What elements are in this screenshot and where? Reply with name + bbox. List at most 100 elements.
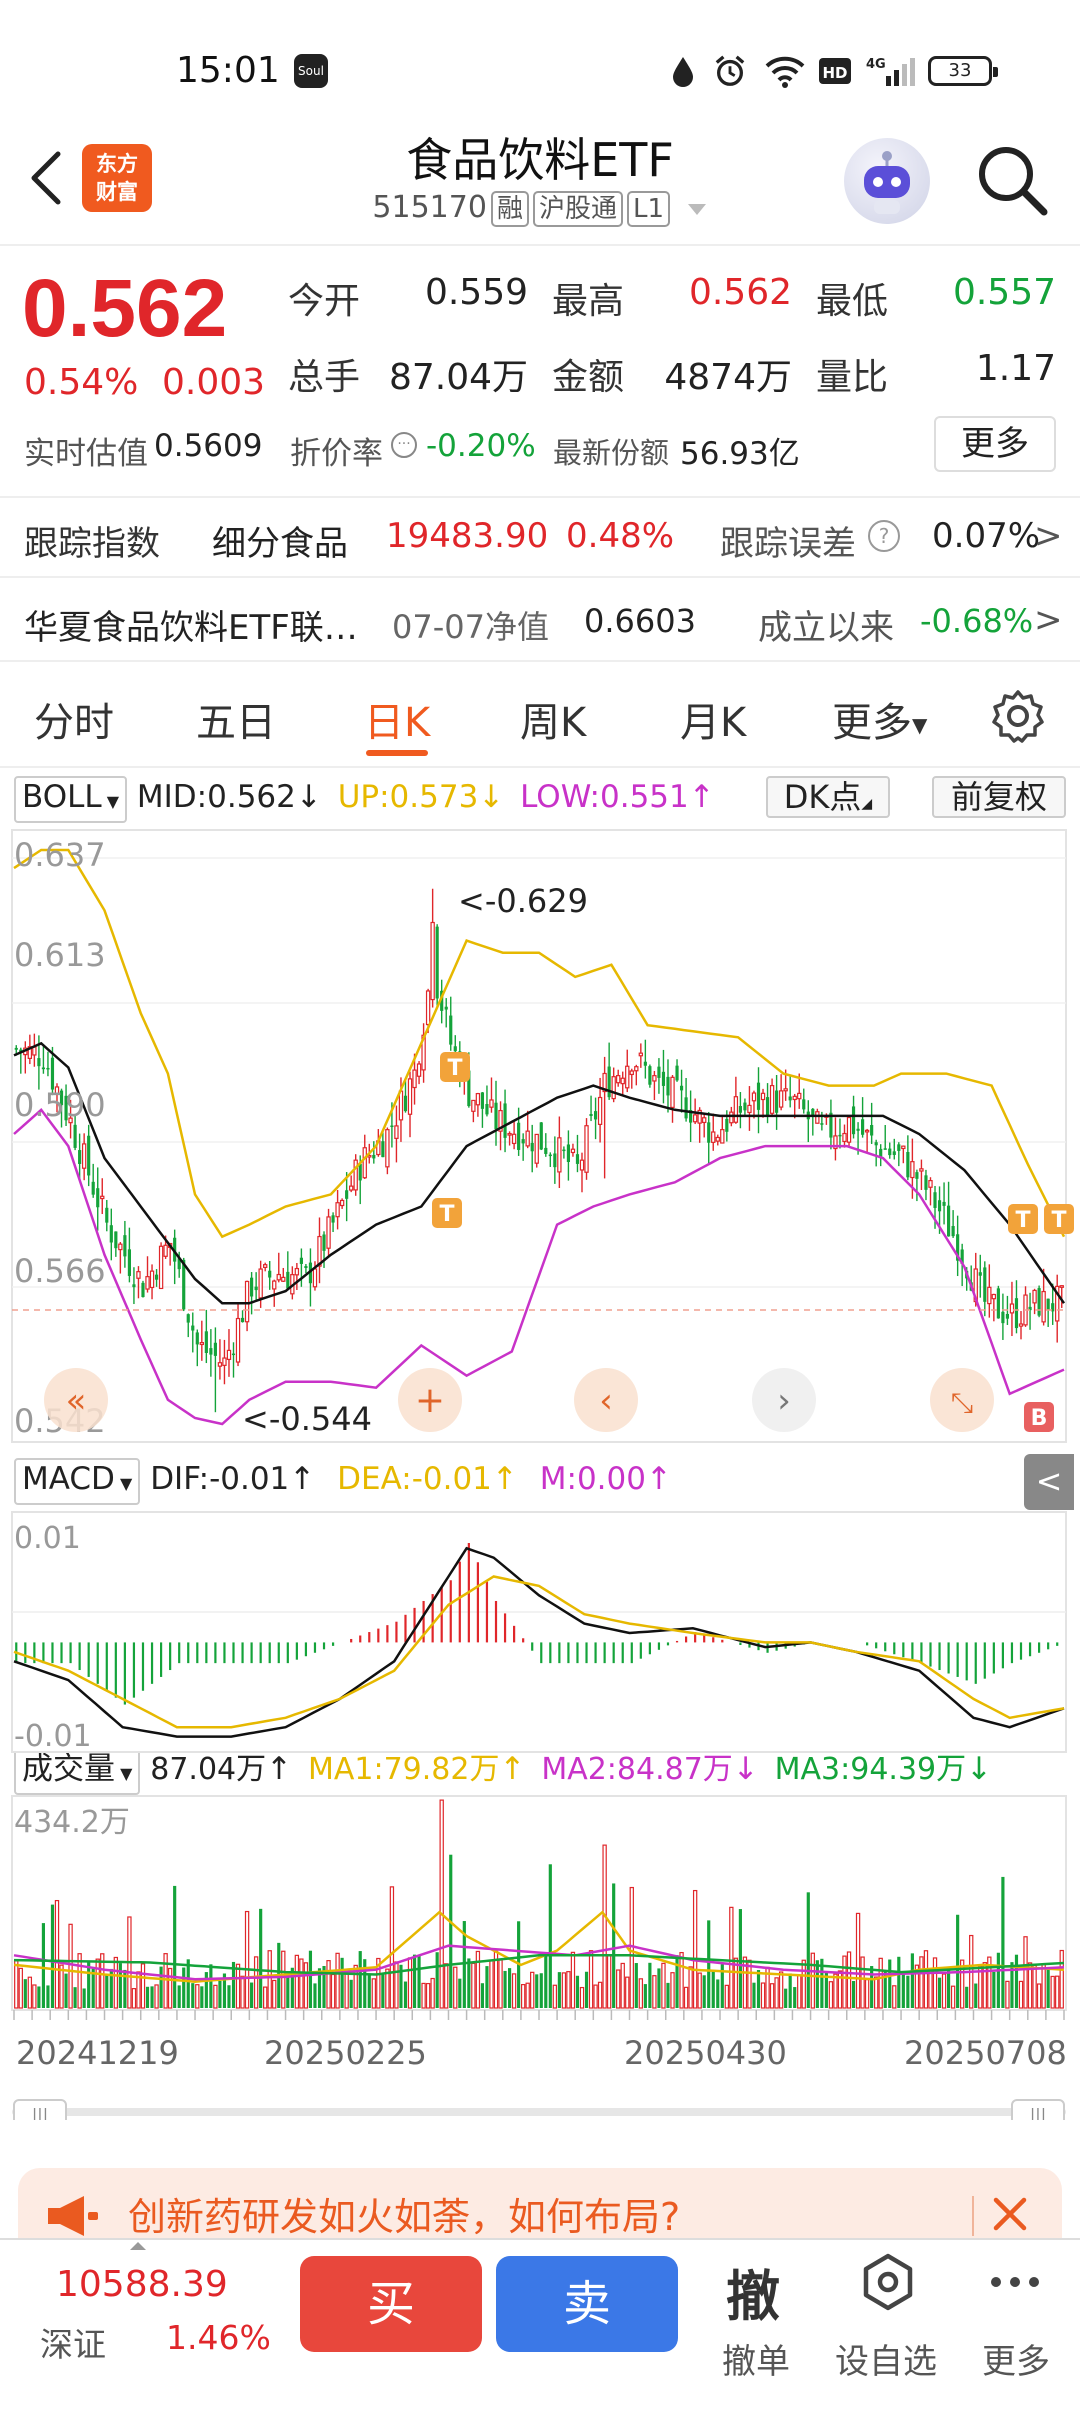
tab-monthly-k[interactable]: 月K (680, 690, 746, 748)
chevron-left-icon: ‹ (599, 1381, 613, 1421)
index-value[interactable]: 10588.39 (56, 2264, 228, 2305)
add-watchlist-label[interactable]: 设自选 (826, 2334, 946, 2383)
volume-bar (828, 1981, 834, 2009)
tab-intraday[interactable]: 分时 (34, 690, 114, 748)
candle-body (861, 1119, 865, 1135)
date-ticks (13, 2010, 1065, 2020)
more-dots-icon[interactable] (988, 2262, 1042, 2302)
brand-logo[interactable]: 东方 财富 (82, 144, 152, 212)
volume-bar (407, 1957, 413, 2009)
kline-chart[interactable]: 0.637 0.613 0.590 0.566 0.542 <-0.629 <-… (0, 820, 1080, 2120)
volume-bar (846, 1951, 852, 2009)
volume-bar (23, 1979, 27, 2008)
volume-bar (956, 1914, 960, 2008)
volume-bar (634, 1963, 638, 2008)
candle-body (842, 1132, 847, 1143)
quote-more-button[interactable]: 更多 (934, 416, 1056, 472)
t-marker-label: T (1051, 1208, 1066, 1233)
volume-bar (1001, 1876, 1005, 2008)
help-icon[interactable]: ? (868, 520, 900, 552)
dk-point-button[interactable]: DK点◢ (766, 776, 890, 818)
volume-bar (815, 1960, 819, 2008)
volume-bar (716, 1979, 720, 2008)
tag-level: L1 (626, 191, 671, 227)
volume-bar (729, 1906, 734, 2009)
linked-fund-row[interactable]: 华夏食品饮料ETF联… 07-07净值 0.6603 成立以来 -0.68% > (0, 580, 1080, 660)
volume-bar (326, 1960, 331, 2009)
volume-bar (888, 1959, 892, 2008)
volume-bar (629, 1886, 634, 2009)
volume-bar (425, 1982, 431, 2009)
candle-body (987, 1286, 992, 1305)
volume-bar (37, 1986, 41, 2008)
volume-bar (683, 1986, 689, 2009)
candle-body (530, 1142, 534, 1152)
volume-bar (118, 1963, 122, 2008)
candle-body (195, 1332, 199, 1345)
candle-body (991, 1293, 997, 1300)
candle-body (453, 1046, 457, 1052)
promo-text[interactable]: 创新药研发如火如荼，如何布局? (128, 2186, 680, 2241)
plus-icon: + (415, 1380, 445, 1421)
candle-body (670, 1076, 675, 1108)
candle-body (425, 990, 431, 1026)
cancel-order-label[interactable]: 撤单 (696, 2334, 816, 2383)
more-label[interactable]: 更多 (956, 2334, 1076, 2383)
candle-body (933, 1192, 937, 1208)
tab-weekly-k[interactable]: 周K (520, 690, 586, 748)
candle-body (136, 1271, 141, 1279)
range-scrollbar-track[interactable] (12, 2108, 1066, 2116)
info-dots-icon[interactable]: ··· (391, 432, 417, 458)
volume-bar (340, 1957, 344, 2008)
candle-body (449, 1015, 453, 1045)
sell-button[interactable]: 卖 (496, 2256, 678, 2352)
candle-body (751, 1092, 757, 1102)
expand-up-icon[interactable] (128, 2240, 148, 2252)
gear-icon[interactable] (990, 688, 1046, 744)
volume-bar (367, 1973, 371, 2008)
search-icon[interactable] (972, 140, 1052, 220)
back-arrow-icon[interactable] (22, 148, 72, 208)
volume-bar (140, 1963, 146, 2009)
candle-body (888, 1148, 892, 1156)
boll-selector[interactable]: BOLL ▼ (14, 776, 128, 823)
tracking-row[interactable]: 跟踪指数 细分食品 19483.90 0.48% 跟踪误差 ? 0.07% > (0, 496, 1080, 576)
tab-more[interactable]: 更多▼ (832, 690, 927, 748)
status-bar: 15:01 Soul HD 4G 33 (0, 0, 1080, 130)
tab-five-day[interactable]: 五日 (196, 690, 276, 748)
hexagon-watch-icon[interactable] (858, 2250, 918, 2316)
volume-bar (54, 1899, 60, 2009)
volume-bar (358, 1951, 362, 2008)
volume-bar (313, 1983, 317, 2008)
price-tick: 0.613 (14, 936, 106, 974)
volume-bar (227, 1985, 231, 2008)
tracking-error-label: 跟踪误差 (720, 524, 856, 564)
candle-body (566, 1144, 571, 1162)
candle-body (942, 1201, 946, 1206)
candle-body (444, 1006, 448, 1010)
volume-bar (769, 1983, 775, 2009)
candle-body (924, 1175, 928, 1190)
volume-bar (928, 1968, 933, 2009)
volume-bar (439, 1799, 444, 2009)
volume-bar (503, 1970, 507, 2008)
candle-body (149, 1270, 155, 1289)
candle-body (570, 1148, 576, 1154)
price-adjust-button[interactable]: 前复权 (932, 776, 1066, 818)
volume-bar (579, 1986, 585, 2009)
candle-body (1046, 1298, 1050, 1311)
ai-assistant-avatar[interactable] (844, 138, 930, 224)
volume-bar (46, 1985, 50, 2008)
volume-bar (588, 1950, 594, 2009)
security-code-line[interactable]: 515170 融沪股通 L1 (290, 190, 790, 227)
cancel-order-icon[interactable]: 撤 (726, 2252, 780, 2331)
close-icon[interactable] (980, 2184, 1040, 2244)
tab-daily-k[interactable]: 日K (364, 690, 430, 748)
buy-button[interactable]: 买 (300, 2256, 482, 2352)
volume-bar (412, 1954, 417, 2008)
volume-bar (145, 1986, 150, 2008)
volume-bar (449, 1854, 453, 2008)
volume-bar (244, 1910, 250, 2009)
candle-body (906, 1151, 910, 1178)
signal-4g-icon: 4G (866, 57, 915, 86)
